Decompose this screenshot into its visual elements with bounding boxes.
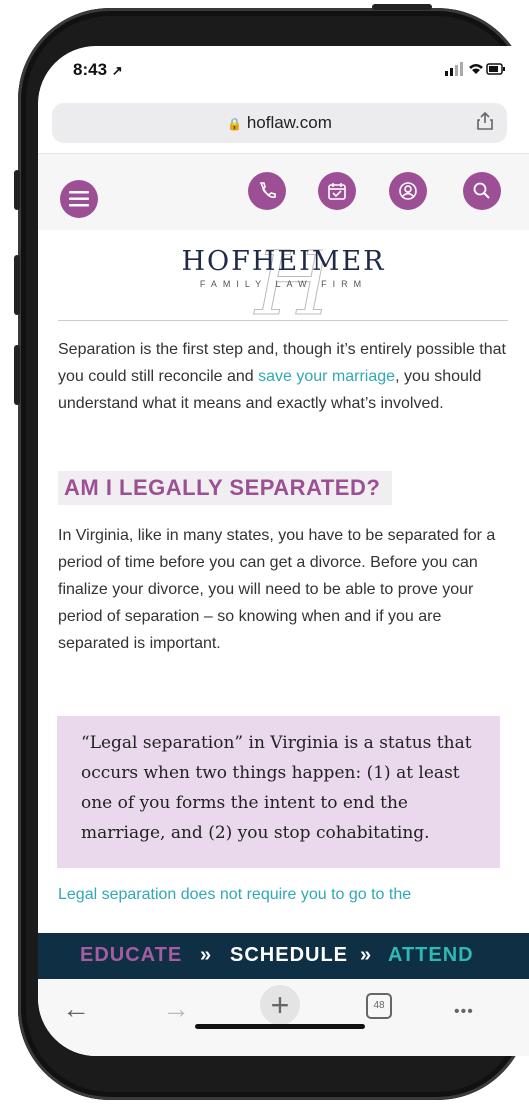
volume-up-button xyxy=(14,255,20,315)
share-icon[interactable] xyxy=(477,111,493,135)
banner-separator: » xyxy=(200,944,213,966)
pull-quote-text: “Legal separation” in Virginia is a stat… xyxy=(81,733,472,843)
lock-icon: 🔒 xyxy=(227,117,243,131)
partial-paragraph-link[interactable]: Legal separation does not require you to… xyxy=(58,886,510,904)
body-paragraph: In Virginia, like in many states, you ha… xyxy=(58,527,496,652)
more-icon[interactable]: ••• xyxy=(454,1003,474,1021)
status-icons xyxy=(445,62,505,79)
header-divider xyxy=(58,320,508,321)
account-icon[interactable] xyxy=(389,172,427,210)
new-tab-icon[interactable]: + xyxy=(260,985,300,1025)
status-time: 8:43 ↗ xyxy=(73,60,123,79)
status-bar: 8:43 ↗ xyxy=(38,46,529,96)
phone-icon[interactable] xyxy=(248,172,286,210)
calendar-icon[interactable] xyxy=(318,172,356,210)
pull-quote: “Legal separation” in Virginia is a stat… xyxy=(57,716,500,868)
educate-label[interactable]: EDUCATE xyxy=(80,944,182,967)
site-nav-bar xyxy=(38,153,529,230)
search-icon[interactable] xyxy=(463,172,501,210)
home-indicator xyxy=(195,1024,365,1029)
browser-toolbar: ← → + 48 ••• xyxy=(38,979,529,1056)
cta-banner[interactable]: EDUCATE » SCHEDULE » ATTEND xyxy=(38,933,529,979)
back-icon[interactable]: ← xyxy=(62,993,90,1025)
intro-paragraph: Separation is the first step and, though… xyxy=(58,341,506,412)
menu-icon[interactable] xyxy=(60,180,98,218)
forward-icon[interactable]: → xyxy=(162,993,190,1025)
logo-subtitle: FAMILY LAW FIRM xyxy=(199,279,368,289)
firm-logo[interactable]: H HOFHEIMER FAMILY LAW FIRM xyxy=(38,234,529,324)
logo-wordmark: HOFHEIMER xyxy=(181,246,386,277)
schedule-label[interactable]: SCHEDULE xyxy=(230,944,348,967)
address-bar[interactable]: 🔒 hoflaw.com xyxy=(52,103,507,143)
url-text: 🔒 hoflaw.com xyxy=(227,113,332,132)
silent-switch xyxy=(14,170,20,210)
save-marriage-link[interactable]: save your marriage xyxy=(258,368,395,385)
signal-wifi-battery-icon xyxy=(445,62,505,76)
phone-screen: 8:43 ↗ 🔒 hoflaw.com HOFHEIMER FAMILY LAW… xyxy=(38,46,529,1056)
volume-down-button xyxy=(14,345,20,405)
tabs-icon[interactable]: 48 xyxy=(366,993,392,1019)
section-heading: AM I LEGALLY SEPARATED? xyxy=(58,471,393,505)
power-button xyxy=(372,4,432,10)
attend-label[interactable]: ATTEND xyxy=(388,944,474,967)
banner-separator: » xyxy=(360,944,373,966)
